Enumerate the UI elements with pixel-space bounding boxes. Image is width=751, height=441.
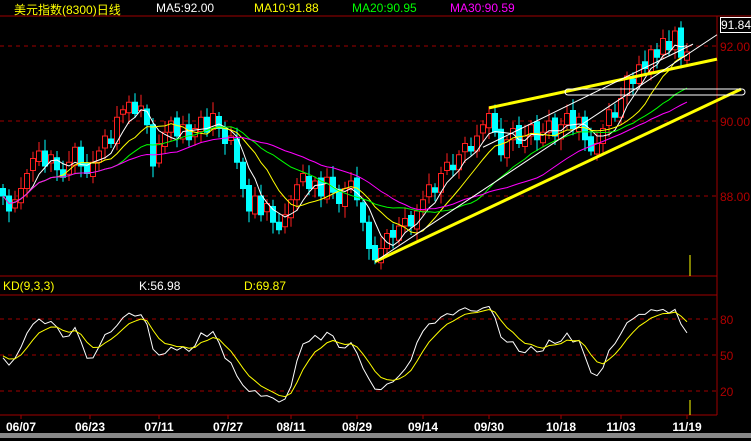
candle-down — [492, 113, 498, 133]
candle-down — [330, 176, 336, 193]
candle-up — [660, 38, 666, 55]
ma10-value: MA10:91.88 — [254, 1, 319, 15]
candle-down — [222, 128, 228, 144]
candle-up — [156, 143, 162, 164]
date-label: 07/11 — [144, 420, 174, 434]
candle-down — [666, 41, 672, 51]
last-price-box: 91.84 — [720, 17, 751, 33]
candle-up — [48, 154, 54, 164]
candle-down — [234, 138, 240, 163]
candle-down — [372, 245, 378, 261]
date-label: 09/30 — [474, 420, 504, 434]
candle-down — [390, 230, 396, 238]
candle-down — [108, 138, 114, 144]
price-tick-label: 88.00 — [720, 190, 750, 204]
candle-up — [300, 173, 306, 183]
stock-chart: 88.00 90.00 92.00 20 50 80 06/07 06/23 07/11 07/2… — [0, 15, 751, 438]
candle-up — [168, 120, 174, 133]
date-label: 07/27 — [213, 420, 243, 434]
scrollbar — [0, 433, 751, 438]
candle-up — [426, 184, 432, 198]
candle-down — [588, 136, 594, 152]
candle-down — [552, 117, 558, 137]
candle-down — [468, 146, 474, 152]
candle-down — [534, 121, 540, 141]
candle-up — [564, 113, 570, 126]
candle-up — [606, 109, 612, 126]
d-line — [2, 308, 688, 398]
candle-up — [90, 161, 96, 177]
candle-up — [24, 173, 30, 189]
candle-down — [258, 195, 264, 216]
kd-tick-label: 80 — [720, 313, 734, 327]
candle-down — [678, 27, 684, 58]
candle-down — [630, 78, 636, 84]
candle-up — [252, 195, 258, 215]
candle-down — [246, 185, 252, 212]
candle-up — [522, 135, 528, 147]
candle-up — [228, 135, 234, 141]
kd-tick-label: 20 — [720, 385, 734, 399]
candle-down — [612, 112, 618, 118]
candle-down — [186, 124, 192, 141]
date-label: 11/03 — [606, 420, 636, 434]
candle-up — [480, 124, 486, 134]
candle-up — [30, 158, 36, 171]
candle-down — [654, 49, 660, 58]
k-value: K:56.98 — [139, 279, 181, 293]
candle-up — [444, 161, 450, 171]
trendline — [374, 87, 742, 263]
k-line — [2, 305, 688, 403]
candle-down — [408, 215, 414, 227]
kd-label: KD(9,3,3) — [3, 279, 55, 293]
candle-up — [102, 135, 108, 149]
date-label: 08/29 — [342, 420, 372, 434]
trendline — [374, 34, 718, 263]
candle-down — [432, 187, 438, 193]
candle-down — [450, 164, 456, 171]
candle-down — [276, 221, 282, 231]
candle-up — [414, 210, 420, 230]
ma20-value: MA20:90.95 — [352, 1, 417, 15]
ma5-value: MA5:92.00 — [156, 1, 215, 15]
date-label: 06/07 — [6, 420, 36, 434]
candle-down — [306, 176, 312, 189]
candle-down — [132, 101, 138, 114]
date-label: 11/19 — [672, 420, 702, 434]
price-tick-label: 92.00 — [720, 40, 750, 54]
candle-down — [42, 150, 48, 167]
d-value: D:69.87 — [244, 279, 287, 293]
candle-up — [462, 143, 468, 153]
date-label: 08/11 — [276, 420, 306, 434]
ma30-value: MA30:90.59 — [450, 1, 515, 15]
date-label: 10/18 — [546, 420, 576, 434]
candle-up — [402, 218, 408, 227]
candle-down — [360, 202, 366, 223]
candle-down — [498, 128, 504, 156]
price-tick-label: 90.00 — [720, 115, 750, 129]
candle-up — [294, 184, 300, 201]
candle-up — [486, 113, 492, 129]
candle-down — [240, 161, 246, 189]
candle-up — [126, 101, 132, 114]
candle-up — [18, 188, 24, 204]
kd-tick-label: 50 — [720, 349, 734, 363]
date-label: 06/23 — [75, 420, 105, 434]
ma20-line — [2, 87, 688, 213]
candle-down — [0, 188, 6, 197]
candle-down — [174, 117, 180, 137]
trendline — [488, 57, 718, 110]
date-label: 09/14 — [408, 420, 438, 434]
candle-up — [594, 143, 600, 155]
candle-up — [36, 150, 42, 162]
candle-down — [570, 110, 576, 129]
candle-up — [120, 109, 126, 115]
chart-title: 美元指数(8300)日线 — [14, 3, 121, 17]
candle-down — [366, 221, 372, 249]
